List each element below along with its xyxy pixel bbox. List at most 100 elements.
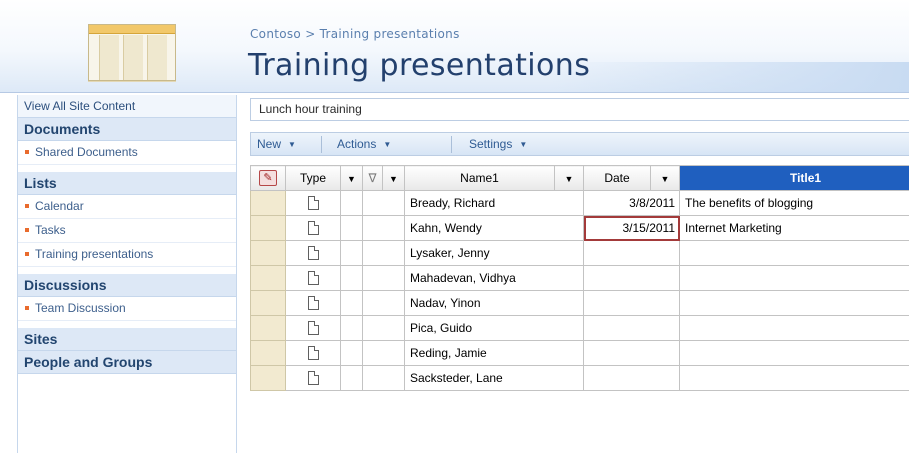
- type-filter-dropdown[interactable]: ▼: [340, 165, 363, 191]
- ql-heading-people-and-groups[interactable]: People and Groups: [18, 351, 236, 374]
- date-cell[interactable]: [583, 240, 680, 266]
- view-all-site-content-link[interactable]: View All Site Content: [18, 95, 236, 118]
- column-header-title1[interactable]: Title1▼: [679, 165, 909, 191]
- new-menu-label: New: [257, 137, 282, 151]
- type-cell[interactable]: [285, 240, 341, 266]
- ql-item-tasks[interactable]: Tasks: [18, 219, 236, 243]
- name-cell[interactable]: Kahn, Wendy: [404, 215, 584, 241]
- column-header-name1[interactable]: Name1: [404, 165, 555, 191]
- toolbar-separator: [321, 136, 322, 153]
- ql-heading-lists[interactable]: Lists: [18, 172, 236, 195]
- row-selector[interactable]: [250, 215, 286, 241]
- attachments-cell[interactable]: [362, 290, 405, 316]
- ql-item-calendar[interactable]: Calendar: [18, 195, 236, 219]
- empty-cell: [340, 240, 363, 266]
- ql-item-training-presentations[interactable]: Training presentations: [18, 243, 236, 267]
- ql-heading-discussions[interactable]: Discussions: [18, 274, 236, 297]
- triangle-down-icon: ▼: [383, 140, 392, 149]
- site-logo[interactable]: [88, 24, 176, 81]
- name-cell[interactable]: Nadav, Yinon: [404, 290, 584, 316]
- view-name: Lunch hour training: [250, 98, 909, 121]
- name-cell[interactable]: Reding, Jamie: [404, 340, 584, 366]
- attachments-cell[interactable]: [362, 265, 405, 291]
- type-cell[interactable]: [285, 265, 341, 291]
- name-cell[interactable]: Sacksteder, Lane: [404, 365, 584, 391]
- empty-cell: [340, 290, 363, 316]
- ql-spacer: [18, 321, 236, 328]
- empty-cell: [340, 215, 363, 241]
- settings-menu-label: Settings: [469, 137, 513, 151]
- title-cell[interactable]: [679, 265, 909, 291]
- date-cell[interactable]: [583, 290, 680, 316]
- title-cell[interactable]: [679, 340, 909, 366]
- ql-spacer: [18, 165, 236, 172]
- row-selector[interactable]: [250, 265, 286, 291]
- settings-menu-button[interactable]: Settings ▼: [469, 137, 527, 151]
- name-cell[interactable]: Pica, Guido: [404, 315, 584, 341]
- new-menu-button[interactable]: New ▼: [257, 137, 296, 151]
- row-selector[interactable]: [250, 290, 286, 316]
- date-cell-focused[interactable]: 3/15/2011: [583, 215, 680, 241]
- bullet-icon: [25, 149, 29, 154]
- title-cell[interactable]: Internet Marketing: [679, 215, 909, 241]
- name-cell[interactable]: Lysaker, Jenny: [404, 240, 584, 266]
- attachments-filter-dropdown[interactable]: ▼: [382, 165, 405, 191]
- row-selector[interactable]: [250, 340, 286, 366]
- row-selector[interactable]: [250, 315, 286, 341]
- title-cell[interactable]: [679, 290, 909, 316]
- date-cell[interactable]: [583, 315, 680, 341]
- toolbar-separator: [451, 136, 452, 153]
- type-cell[interactable]: [285, 190, 341, 216]
- date-cell[interactable]: [583, 365, 680, 391]
- ql-heading-sites[interactable]: Sites: [18, 328, 236, 351]
- breadcrumb-current-link[interactable]: Training presentations: [320, 27, 460, 41]
- name1-filter-dropdown[interactable]: ▼: [554, 165, 584, 191]
- row-selector[interactable]: [250, 190, 286, 216]
- column-header-date[interactable]: Date: [583, 165, 651, 191]
- breadcrumb-root-link[interactable]: Contoso: [250, 27, 301, 41]
- title-cell[interactable]: [679, 365, 909, 391]
- column-header-attachments[interactable]: ∇: [362, 165, 383, 191]
- attachments-cell[interactable]: [362, 240, 405, 266]
- date-cell[interactable]: [583, 340, 680, 366]
- actions-menu-button[interactable]: Actions ▼: [337, 137, 391, 151]
- title-cell[interactable]: The benefits of blogging: [679, 190, 909, 216]
- attachments-cell[interactable]: [362, 365, 405, 391]
- attachments-cell[interactable]: [362, 315, 405, 341]
- list-toolbar: New ▼ Actions ▼ Settings ▼: [250, 132, 909, 156]
- ql-item-shared-documents[interactable]: Shared Documents: [18, 141, 236, 165]
- bullet-icon: [25, 227, 29, 232]
- triangle-down-icon: ▼: [347, 174, 356, 184]
- name-cell[interactable]: Bready, Richard: [404, 190, 584, 216]
- document-icon: [307, 296, 319, 311]
- logo-column: [147, 35, 167, 80]
- title-cell[interactable]: [679, 315, 909, 341]
- attachments-cell[interactable]: [362, 340, 405, 366]
- type-cell[interactable]: [285, 365, 341, 391]
- ql-item-label: Shared Documents: [35, 145, 138, 159]
- title-cell[interactable]: [679, 240, 909, 266]
- edit-mode-header[interactable]: ✎: [250, 165, 286, 191]
- attachments-cell[interactable]: [362, 215, 405, 241]
- table-row: Reding, Jamie: [250, 340, 909, 366]
- attachments-cell[interactable]: [362, 190, 405, 216]
- ql-heading-documents[interactable]: Documents: [18, 118, 236, 141]
- row-selector[interactable]: [250, 240, 286, 266]
- column-header-title1-label: Title1: [789, 171, 822, 185]
- row-selector[interactable]: [250, 365, 286, 391]
- date-cell[interactable]: [583, 265, 680, 291]
- name-cell[interactable]: Mahadevan, Vidhya: [404, 265, 584, 291]
- column-header-type[interactable]: Type: [285, 165, 341, 191]
- datasheet-grid: ✎ Type ▼ ∇ ▼ Name1 ▼ Date ▼ Title1▼ Brea…: [250, 165, 909, 391]
- date-cell[interactable]: 3/8/2011: [583, 190, 680, 216]
- empty-cell: [340, 190, 363, 216]
- type-cell[interactable]: [285, 215, 341, 241]
- document-icon: [307, 371, 319, 386]
- ql-item-label: Calendar: [35, 199, 84, 213]
- type-cell[interactable]: [285, 290, 341, 316]
- type-cell[interactable]: [285, 340, 341, 366]
- type-cell[interactable]: [285, 315, 341, 341]
- date-filter-dropdown[interactable]: ▼: [650, 165, 680, 191]
- triangle-down-icon: ▼: [660, 174, 670, 184]
- ql-item-team-discussion[interactable]: Team Discussion: [18, 297, 236, 321]
